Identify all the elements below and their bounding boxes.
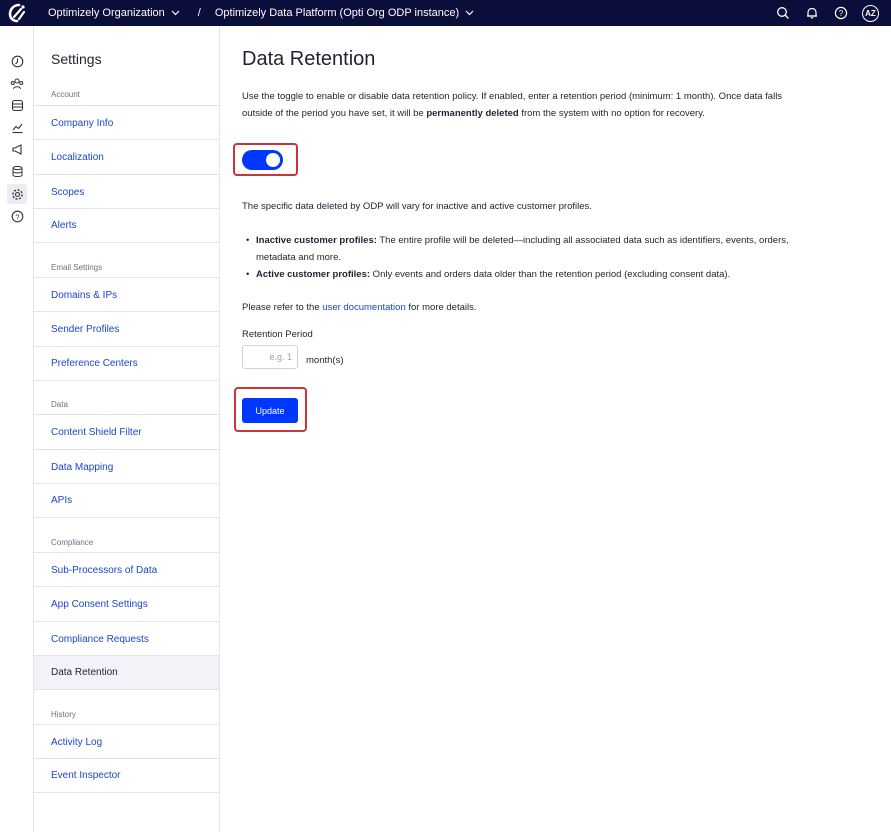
sidebar-item-data-retention[interactable]: Data Retention (34, 655, 219, 690)
bell-icon[interactable] (804, 5, 820, 21)
svg-text:?: ? (839, 9, 844, 18)
section-label-compliance: Compliance (51, 538, 94, 547)
page-title: Data Retention (242, 48, 376, 70)
list-item: Inactive customer profiles: The entire p… (246, 232, 806, 266)
analytics-icon[interactable] (9, 119, 25, 135)
section-label-account: Account (51, 90, 80, 99)
sidebar-item-domains-ips[interactable]: Domains & IPs (34, 277, 219, 312)
retention-toggle[interactable] (242, 150, 283, 170)
sidebar-item-app-consent-settings[interactable]: App Consent Settings (34, 586, 219, 621)
database-icon[interactable] (9, 163, 25, 179)
section-label-data: Data (51, 400, 68, 409)
campaigns-icon[interactable] (9, 141, 25, 157)
chevron-down-icon (465, 8, 474, 18)
sidebar-item-sub-processors[interactable]: Sub-Processors of Data (34, 552, 219, 587)
sidebar-item-scopes[interactable]: Scopes (34, 174, 219, 209)
bullet-heading: Active customer profiles: (256, 269, 371, 280)
org-selector[interactable]: Optimizely Organization (48, 7, 180, 19)
section-label-history: History (51, 710, 76, 719)
intro-text: Use the toggle to enable or disable data… (242, 88, 802, 122)
sidebar-item-apis[interactable]: APIs (34, 483, 219, 518)
top-bar: Optimizely Organization / Optimizely Dat… (0, 0, 891, 26)
sidebar-item-company-info[interactable]: Company Info (34, 105, 219, 140)
instance-selector[interactable]: Optimizely Data Platform (Opti Org ODP i… (215, 7, 474, 19)
help-icon[interactable]: ? (9, 208, 25, 224)
icon-rail: ? (0, 26, 34, 832)
retention-period-label: Retention Period (242, 329, 313, 340)
data-icon[interactable] (9, 97, 25, 113)
update-button[interactable]: Update (242, 398, 298, 423)
intro-text-part2: from the system with no option for recov… (518, 108, 705, 119)
toggle-knob (266, 153, 280, 167)
sidebar-item-content-shield-filter[interactable]: Content Shield Filter (34, 414, 219, 449)
section-label-email-settings: Email Settings (51, 263, 103, 272)
sidebar-item-data-mapping[interactable]: Data Mapping (34, 449, 219, 484)
user-documentation-link[interactable]: user documentation (322, 302, 405, 313)
profile-bullets: Inactive customer profiles: The entire p… (246, 232, 806, 283)
help-icon[interactable]: ? (833, 5, 849, 21)
chevron-down-icon (171, 8, 180, 18)
intro-text-bold: permanently deleted (426, 108, 519, 119)
sidebar-item-event-inspector[interactable]: Event Inspector (34, 758, 219, 793)
settings-icon[interactable] (7, 184, 27, 204)
bullet-heading: Inactive customer profiles: (256, 235, 377, 246)
refer-prefix: Please refer to the (242, 302, 323, 313)
sidebar-item-activity-log[interactable]: Activity Log (34, 724, 219, 759)
avatar[interactable]: AZ (862, 4, 879, 22)
dashboard-icon[interactable] (9, 53, 25, 69)
instance-name: Optimizely Data Platform (Opti Org ODP i… (214, 7, 460, 19)
sidebar-item-sender-profiles[interactable]: Sender Profiles (34, 311, 219, 346)
sidebar-item-localization[interactable]: Localization (34, 139, 219, 174)
retention-period-input[interactable] (242, 345, 298, 369)
list-item: Active customer profiles: Only events an… (246, 266, 806, 283)
optimizely-logo-icon[interactable] (0, 0, 34, 26)
search-icon[interactable] (775, 5, 791, 21)
retention-unit-label: month(s) (306, 355, 344, 366)
customers-icon[interactable] (9, 75, 25, 91)
svg-text:?: ? (15, 212, 19, 221)
refer-text: Please refer to the user documentation f… (242, 299, 802, 316)
sidebar-item-preference-centers[interactable]: Preference Centers (34, 346, 219, 381)
settings-sidebar: Settings Account Company Info Localizati… (34, 26, 220, 832)
refer-suffix: for more details. (405, 302, 477, 313)
bullet-text: Only events and orders data older than t… (370, 269, 731, 280)
sidebar-item-compliance-requests[interactable]: Compliance Requests (34, 621, 219, 656)
org-name: Optimizely Organization (48, 7, 165, 19)
sidebar-item-alerts[interactable]: Alerts (34, 208, 219, 243)
specific-data-text: The specific data deleted by ODP will va… (242, 201, 592, 212)
sidebar-title: Settings (51, 51, 102, 67)
breadcrumb-separator: / (197, 7, 201, 19)
